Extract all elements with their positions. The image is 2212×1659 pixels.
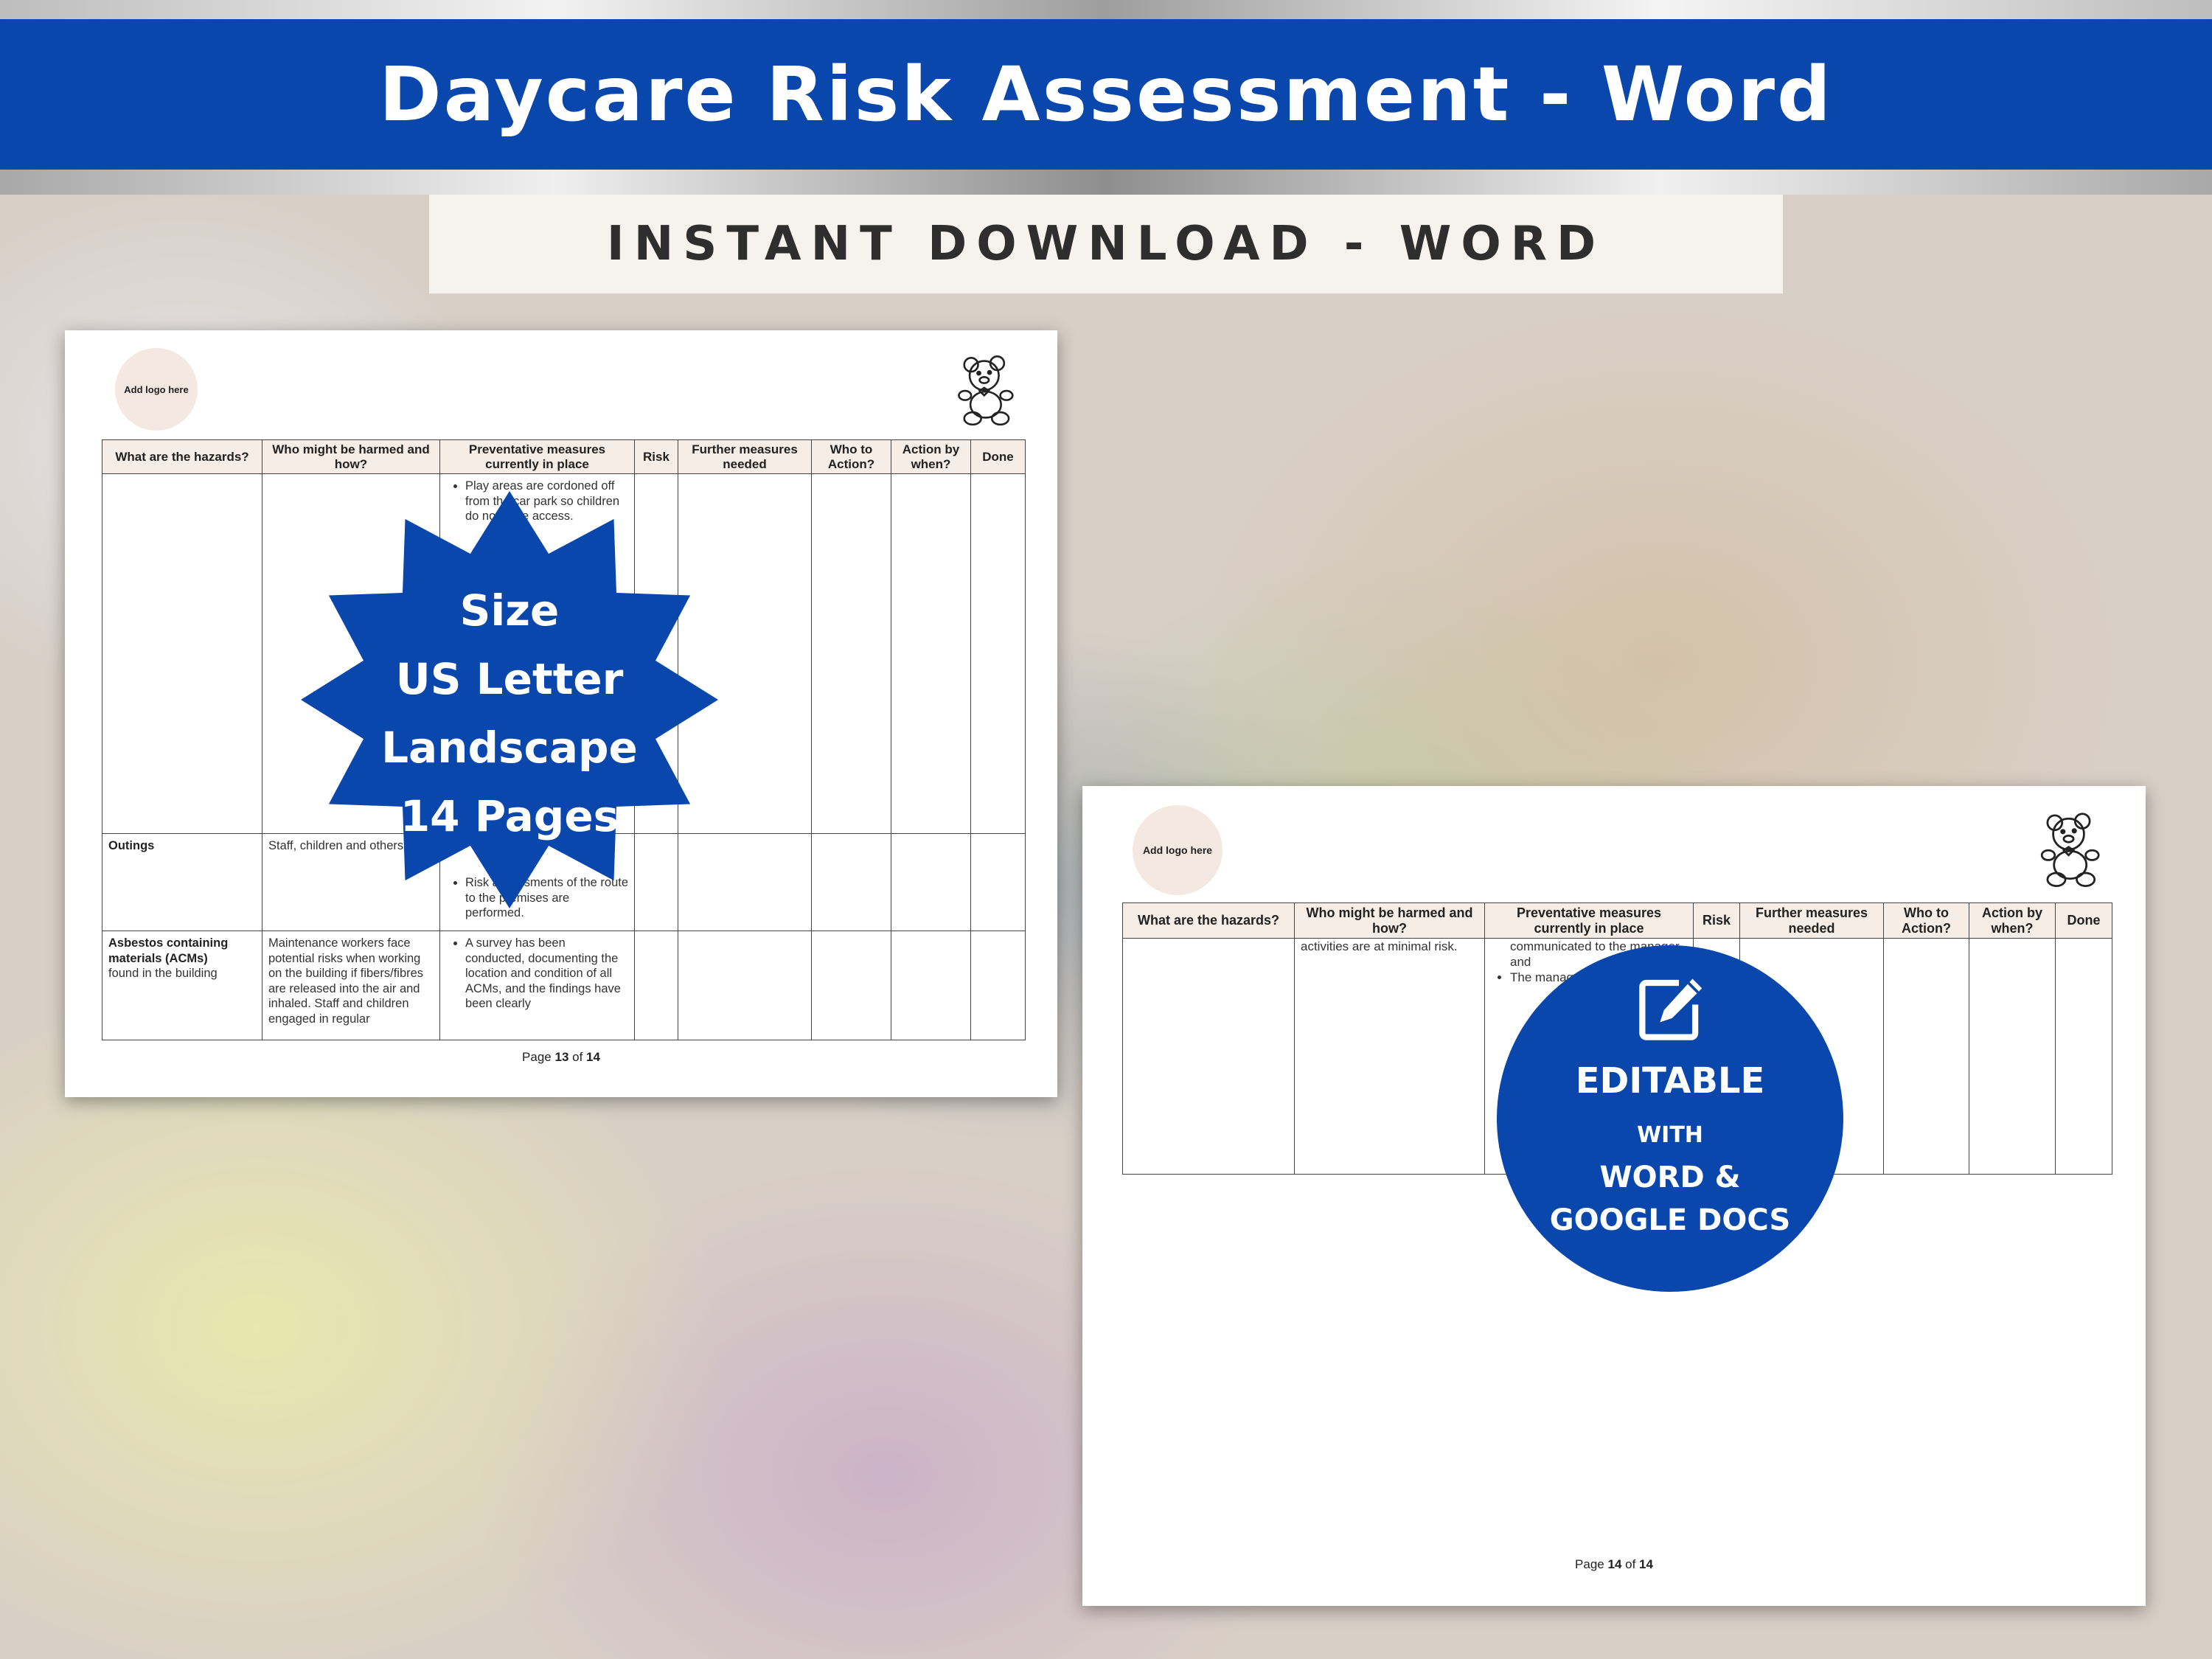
header-who-harmed: Who might be harmed and how? (262, 439, 440, 474)
header-done: Done (970, 439, 1026, 474)
edit-icon (1639, 978, 1703, 1040)
header-further: Further measures needed (678, 439, 812, 474)
header-who-action: Who to Action? (811, 439, 891, 474)
word-label: WORD & (1599, 1161, 1741, 1194)
cell-hazard (102, 473, 262, 834)
table-header-row: What are the hazards? Who might be harme… (1122, 902, 2112, 939)
banner-title: Daycare Risk Assessment - Word (378, 50, 1834, 139)
header-hazards: What are the hazards? (1122, 902, 1295, 939)
page-number: Page 13 of 14 (522, 1050, 600, 1064)
cell-measures: A survey has been conducted, documenting… (439, 931, 635, 1040)
header-further: Further measures needed (1739, 902, 1884, 939)
cell-hazard (1122, 938, 1295, 1175)
teddy-bear-icon (2040, 813, 2100, 887)
header-preventative: Preventative measures currently in place (439, 439, 635, 474)
header-preventative: Preventative measures currently in place (1484, 902, 1694, 939)
list-item: A survey has been conducted, documenting… (465, 936, 628, 1012)
cell-who: activities are at minimal risk. (1294, 938, 1485, 1175)
header-action-by: Action by when? (1969, 902, 2056, 939)
teddy-bear-icon (958, 355, 1014, 426)
subtitle-box: INSTANT DOWNLOAD - WORD (429, 195, 1783, 293)
cell-hazard: Asbestos containing materials (ACMs) foun… (102, 931, 262, 1040)
header-who-harmed: Who might be harmed and how? (1294, 902, 1485, 939)
editable-label: EDITABLE (1575, 1060, 1765, 1102)
silver-band-bottom (0, 170, 2212, 195)
cell-hazard: Outings (102, 833, 262, 931)
page-number: Page 14 of 14 (1575, 1557, 1653, 1571)
header-who-action: Who to Action? (1883, 902, 1969, 939)
header-action-by: Action by when? (891, 439, 971, 474)
logo-placeholder: Add logo here (115, 348, 198, 431)
header-risk: Risk (1693, 902, 1740, 939)
size-badge-text: Size US Letter Landscape 14 Pages (381, 585, 638, 841)
table-header-row: What are the hazards? Who might be harme… (102, 439, 1026, 474)
cell-who: Maintenance workers face potential risks… (262, 931, 440, 1040)
logo-placeholder: Add logo here (1133, 805, 1222, 895)
google-docs-label: GOOGLE DOCS (1549, 1203, 1791, 1237)
header-hazards: What are the hazards? (102, 439, 262, 474)
subtitle-text: INSTANT DOWNLOAD - WORD (606, 217, 1606, 271)
title-banner: Daycare Risk Assessment - Word (0, 19, 2212, 170)
table-row: Asbestos containing materials (ACMs) foun… (102, 931, 1026, 1040)
header-done: Done (2055, 902, 2112, 939)
silver-band-top (0, 0, 2212, 19)
header-risk: Risk (634, 439, 678, 474)
with-label: WITH (1637, 1122, 1703, 1148)
